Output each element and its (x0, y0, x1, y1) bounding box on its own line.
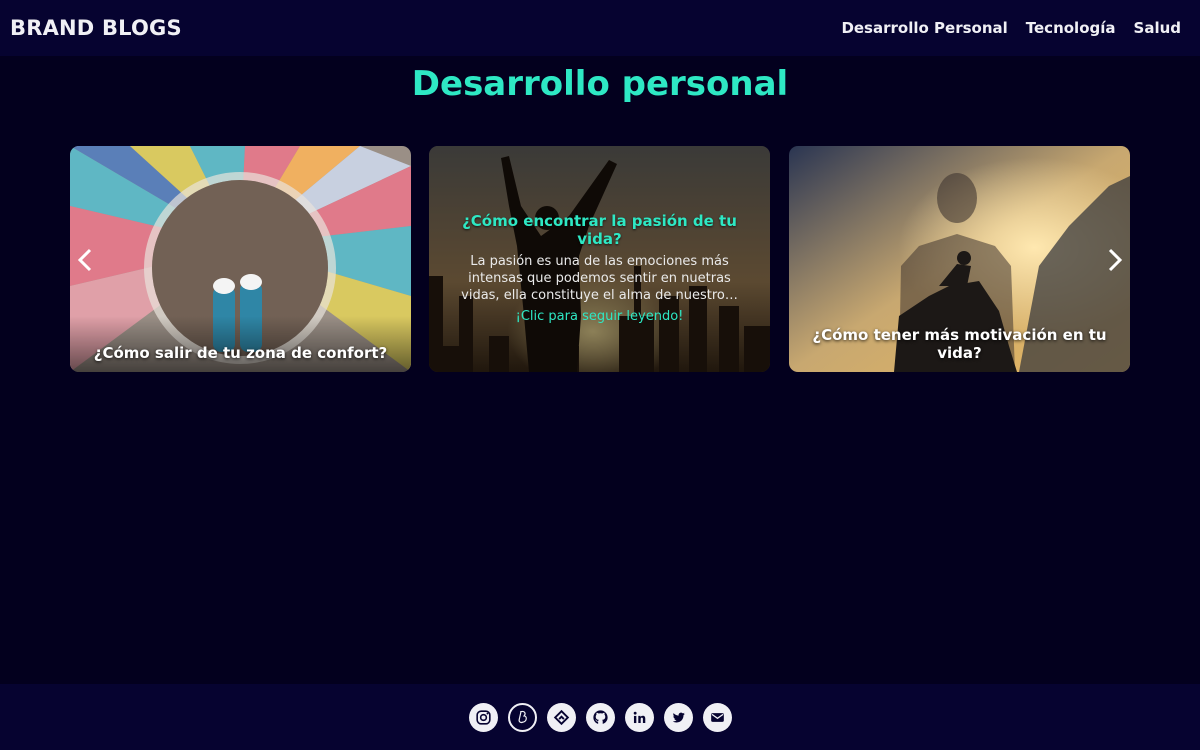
brandblogs-icon[interactable] (507, 702, 537, 732)
read-more-link[interactable]: ¡Clic para seguir leyendo! (516, 309, 684, 324)
chalk-drawing-feet-image (70, 146, 411, 372)
nav-link-salud[interactable]: Salud (1134, 19, 1181, 37)
linkedin-icon[interactable] (624, 702, 654, 732)
card-title: ¿Cómo encontrar la pasión de tu vida? (462, 212, 737, 248)
page-title: Desarrollo personal (411, 64, 789, 104)
nav-links: Desarrollo Personal Tecnología Salud (841, 19, 1181, 37)
nav-link-desarrollo-personal[interactable]: Desarrollo Personal (841, 19, 1007, 37)
brand-logo[interactable]: BRAND BLOGS (10, 16, 182, 40)
blog-card-pasion-vida[interactable]: ¿Cómo encontrar la pasión de tu vida? La… (429, 146, 770, 372)
github-icon[interactable] (585, 702, 615, 732)
chevron-left-icon[interactable] (74, 246, 98, 274)
navbar: BRAND BLOGS Desarrollo Personal Tecnolog… (0, 0, 1200, 56)
blog-card-motivacion[interactable]: ¿Cómo tener más motivación en tu vida? (789, 146, 1130, 372)
card-title: ¿Cómo salir de tu zona de confort? (93, 344, 388, 362)
chevron-right-icon[interactable] (1102, 246, 1126, 274)
card-title: ¿Cómo tener más motivación en tu vida? (812, 326, 1107, 362)
email-icon[interactable] (702, 702, 732, 732)
twitter-icon[interactable] (663, 702, 693, 732)
instagram-icon[interactable] (468, 702, 498, 732)
card-overlay: ¿Cómo encontrar la pasión de tu vida? La… (429, 146, 770, 372)
blog-card-zona-confort[interactable]: ¿Cómo salir de tu zona de confort? (70, 146, 411, 372)
card-excerpt: La pasión es una de las emociones más in… (461, 254, 738, 303)
footer (0, 684, 1200, 750)
feedly-icon[interactable] (546, 702, 576, 732)
nav-link-tecnologia[interactable]: Tecnología (1026, 19, 1116, 37)
